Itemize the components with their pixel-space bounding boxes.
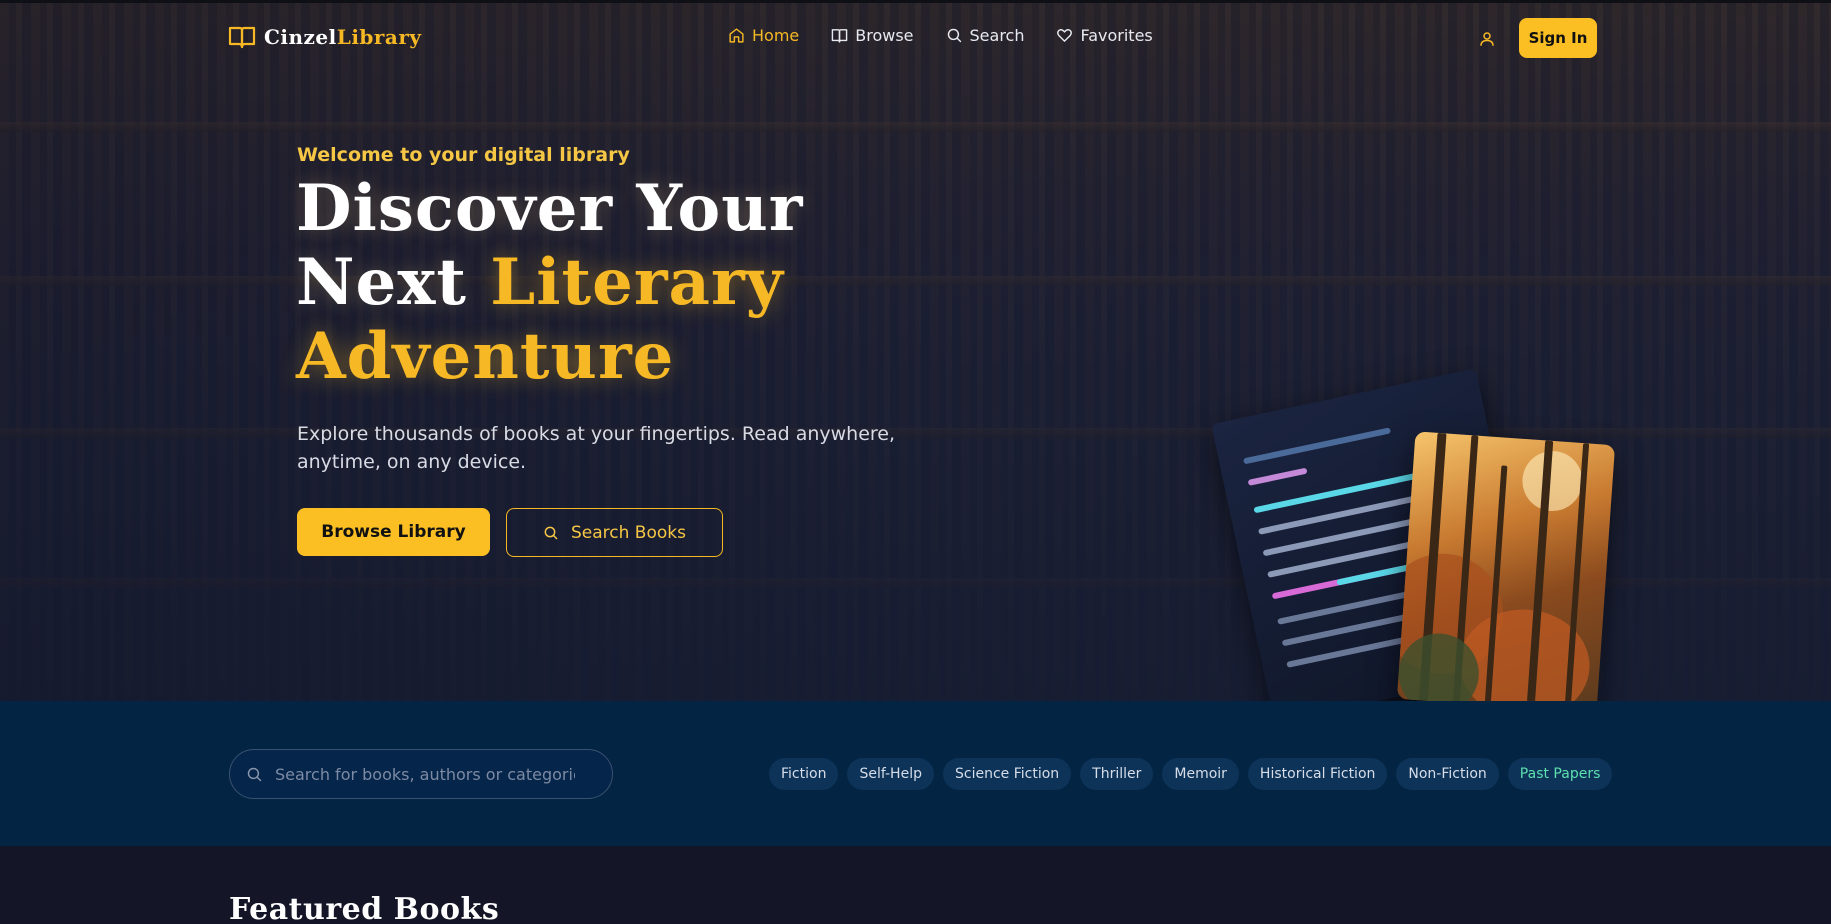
- brand-logo[interactable]: CinzelLibrary: [228, 25, 422, 49]
- search-icon: [247, 767, 262, 781]
- heart-icon: [1057, 29, 1073, 42]
- search-books-label: Search Books: [571, 522, 686, 543]
- nav-item-browse[interactable]: Browse: [831, 26, 914, 45]
- book-logo-icon: [228, 26, 256, 49]
- search-field-wrapper[interactable]: [229, 749, 613, 799]
- search-category-bar: Fiction Self-Help Science Fiction Thrill…: [0, 701, 1831, 846]
- hero-subtitle: Explore thousands of books at your finge…: [297, 423, 896, 473]
- search-icon: [947, 28, 961, 43]
- brand-name: CinzelLibrary: [264, 25, 422, 49]
- nav-item-label: Browse: [855, 26, 914, 45]
- nav-item-home[interactable]: Home: [728, 26, 799, 45]
- category-chip[interactable]: Fiction: [769, 758, 839, 790]
- top-nav: CinzelLibrary Home Browse Search Favorit…: [0, 3, 1831, 71]
- category-chips: Fiction Self-Help Science Fiction Thrill…: [769, 758, 1613, 790]
- category-chip[interactable]: Non-Fiction: [1396, 758, 1499, 790]
- home-icon: [729, 28, 744, 43]
- search-input[interactable]: [275, 764, 575, 784]
- sign-in-button[interactable]: Sign In: [1519, 18, 1597, 58]
- nav-item-search[interactable]: Search: [946, 26, 1025, 45]
- nav-item-label: Search: [969, 26, 1025, 45]
- category-chip[interactable]: Thriller: [1080, 758, 1154, 790]
- category-chip[interactable]: Self-Help: [847, 758, 934, 790]
- category-chip[interactable]: Memoir: [1162, 758, 1239, 790]
- user-icon[interactable]: [1478, 30, 1496, 48]
- hero-headline: Discover Your Next Literary Adventure: [296, 172, 996, 394]
- search-icon: [544, 526, 558, 540]
- book-cover-forest[interactable]: [1396, 431, 1616, 701]
- book-open-icon: [831, 29, 848, 43]
- search-books-button[interactable]: Search Books: [506, 508, 723, 557]
- browse-library-button[interactable]: Browse Library: [297, 508, 490, 556]
- nav-item-favorites[interactable]: Favorites: [1056, 26, 1153, 45]
- featured-books-heading: Featured Books: [229, 892, 500, 924]
- category-chip[interactable]: Science Fiction: [942, 758, 1072, 790]
- category-chip-past-papers[interactable]: Past Papers: [1507, 758, 1613, 790]
- nav-item-label: Home: [752, 26, 800, 45]
- nav-item-label: Favorites: [1080, 26, 1153, 45]
- welcome-text: Welcome to your digital library: [297, 144, 630, 166]
- nav-links: Home Browse Search Favorites: [728, 26, 1153, 45]
- hero-section: CinzelLibrary Home Browse Search Favorit…: [0, 0, 1831, 701]
- category-chip[interactable]: Historical Fiction: [1247, 758, 1388, 790]
